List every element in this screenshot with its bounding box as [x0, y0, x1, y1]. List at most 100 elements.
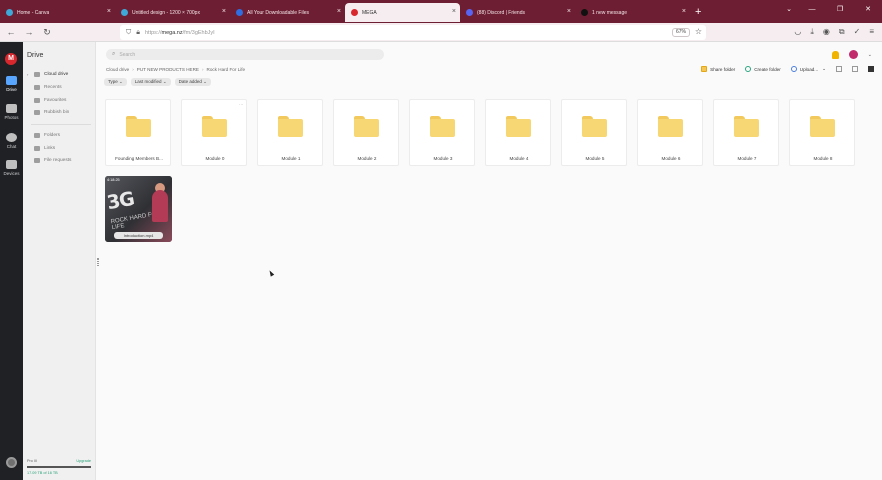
file-request-icon [34, 158, 40, 163]
browser-tab[interactable]: Home - Canva × [0, 3, 115, 22]
tab-label: Untitled design - 1200 × 700px [132, 9, 200, 16]
pocket-icon[interactable]: ◡ [794, 27, 801, 37]
tab-close-icon[interactable]: × [107, 8, 111, 15]
sidebar-item-file-requests[interactable]: File requests [25, 155, 93, 166]
back-arrow-icon[interactable]: ← [4, 27, 18, 37]
minimize-icon[interactable]: — [798, 0, 826, 23]
breadcrumb-item[interactable]: PUT NEW PRODUCTS HERE [137, 67, 199, 72]
video-duration: 4:18:25 [107, 178, 120, 182]
tab-close-icon[interactable]: × [222, 8, 226, 15]
browser-tab-bar: Home - Canva × Untitled design - 1200 × 70… [0, 0, 882, 23]
new-tab-button[interactable]: + [695, 6, 701, 18]
folder-card[interactable]: Module 5 [561, 99, 627, 166]
filter-date-added[interactable]: Date added ⌄ [174, 78, 211, 86]
account-icon[interactable]: ◉ [823, 27, 830, 37]
folder-card[interactable]: Module 0 ⋯ [181, 99, 247, 166]
maximize-icon[interactable]: ❐ [826, 0, 854, 23]
avatar[interactable] [848, 50, 858, 59]
browser-tab[interactable]: MEGA × [345, 3, 460, 22]
drive-icon [6, 76, 17, 85]
create-folder-button[interactable]: Create folder [745, 66, 781, 72]
browser-tab[interactable]: (88) Discord | Friends × [460, 3, 575, 22]
tab-favicon-icon [351, 9, 358, 16]
download-icon[interactable]: ⤓ [810, 27, 814, 37]
breadcrumb-separator-icon: › [201, 67, 204, 72]
breadcrumb-item[interactable]: Cloud drive [106, 67, 129, 72]
sidebar-item-recents[interactable]: Recents [25, 82, 93, 93]
extensions-icon[interactable]: ⧉ [839, 27, 845, 37]
storage-meter: Pro III Upgrade 17.09 TB of 16 TB [27, 459, 91, 475]
rail-chat[interactable]: Chat [0, 133, 23, 149]
close-window-icon[interactable]: ✕ [854, 0, 882, 23]
transfers-icon[interactable] [6, 457, 17, 468]
account-chevron-icon[interactable]: ⌄ [868, 52, 872, 58]
forward-arrow-icon[interactable]: → [22, 27, 36, 37]
folder-card[interactable]: Module 2 [333, 99, 399, 166]
sidebar-title: Drive [27, 52, 44, 59]
sidebar-item-favourites[interactable]: Favourites [25, 95, 93, 106]
folder-card[interactable]: Module 7 [713, 99, 779, 166]
sidebar-item-rubbish-bin[interactable]: Rubbish bin [25, 107, 93, 118]
chevron-down-icon: ⌄ [822, 66, 826, 71]
grid-view-icon[interactable] [868, 66, 874, 72]
browser-tab[interactable]: Untitled design - 1200 × 700px × [115, 3, 230, 22]
lock-icon[interactable]: 🔒︎ [136, 29, 140, 37]
zoom-level[interactable]: 67% [671, 28, 690, 37]
filter-last-modified[interactable]: Last modified ⌄ [130, 78, 171, 86]
search-input[interactable]: ⌕ Search [106, 49, 384, 60]
extension-check-icon[interactable]: ✓ [854, 27, 861, 37]
browser-tab[interactable]: 1 new message × [575, 3, 690, 22]
cloud-icon [34, 72, 40, 77]
folder-icon [278, 116, 303, 137]
video-thumbnail-card[interactable]: 3G ROCK HARD FOR LIFE 4:18:25 Introducti… [105, 176, 172, 242]
folder-card[interactable]: Module 4 [485, 99, 551, 166]
rail-photos[interactable]: Photos [0, 104, 23, 120]
upgrade-link[interactable]: Upgrade [76, 459, 91, 463]
list-view-icon[interactable] [836, 66, 842, 72]
sidebar-item-cloud-drive[interactable]: › Cloud drive [25, 69, 93, 80]
tab-close-icon[interactable]: × [682, 8, 686, 15]
folder-card[interactable]: Module 6 [637, 99, 703, 166]
media-view-icon[interactable] [852, 66, 858, 72]
folder-card[interactable]: Module 1 [257, 99, 323, 166]
folder-card[interactable]: Founding Members B... [105, 99, 171, 166]
tab-close-icon[interactable]: × [567, 8, 571, 15]
share-folder-button[interactable]: Share folder [701, 66, 735, 72]
window-controls: — ❐ ✕ [798, 0, 882, 23]
rail-drive[interactable]: Drive [0, 76, 23, 92]
folder-card[interactable]: Module 3 [409, 99, 475, 166]
tab-close-icon[interactable]: × [452, 8, 456, 15]
breadcrumb-item[interactable]: Rock Hard For Life [207, 67, 246, 72]
tab-close-icon[interactable]: × [337, 8, 341, 15]
tab-favicon-icon [466, 9, 473, 16]
rail-devices[interactable]: Devices [0, 160, 23, 176]
photos-icon [6, 104, 17, 113]
video-title-art: 3G [105, 187, 136, 215]
bookmark-star-icon[interactable]: ☆ [695, 27, 702, 36]
url-text: https://mega.nz/fm/3gEhbJyI [144, 29, 215, 36]
mega-logo-icon[interactable]: M [5, 53, 17, 65]
sidebar-resize-handle[interactable] [97, 258, 99, 266]
folder-name: Module 6 [661, 156, 681, 161]
folder-card[interactable]: Module 8 [789, 99, 855, 166]
notification-bell-icon[interactable] [831, 50, 839, 59]
address-bar[interactable]: ⛉ 🔒︎ https://mega.nz/fm/3gEhbJyI 67% ☆ [120, 25, 706, 40]
shield-icon[interactable]: ⛉ [126, 29, 131, 37]
browser-tab[interactable]: All Your Downloadable Files × [230, 3, 345, 22]
folder-name: Module 8 [813, 156, 833, 161]
menu-icon[interactable]: ≡ [869, 27, 874, 37]
folder-icon [354, 116, 379, 137]
upload-button[interactable]: Upload... ⌄ [790, 66, 826, 72]
more-options-icon[interactable]: ⋯ [239, 102, 243, 107]
reload-icon[interactable]: ↻ [40, 27, 54, 38]
expand-caret-icon[interactable]: › [27, 72, 28, 77]
breadcrumb: Cloud drive › PUT NEW PRODUCTS HERE › Rock H… [106, 67, 245, 72]
heart-icon [34, 98, 40, 103]
browser-nav-bar: ← → ↻ ⛉ 🔒︎ https://mega.nz/fm/3gEhbJyI 6… [0, 23, 882, 42]
sidebar-item-links[interactable]: Links [25, 143, 93, 154]
folder-icon [582, 116, 607, 137]
sidebar-item-folders[interactable]: Folders [25, 130, 93, 141]
tab-list-chevron-icon[interactable]: ⌄ [786, 5, 792, 13]
filter-type[interactable]: Type ⌄ [104, 78, 127, 86]
video-file-name: Introduction.mp4 [114, 232, 163, 239]
